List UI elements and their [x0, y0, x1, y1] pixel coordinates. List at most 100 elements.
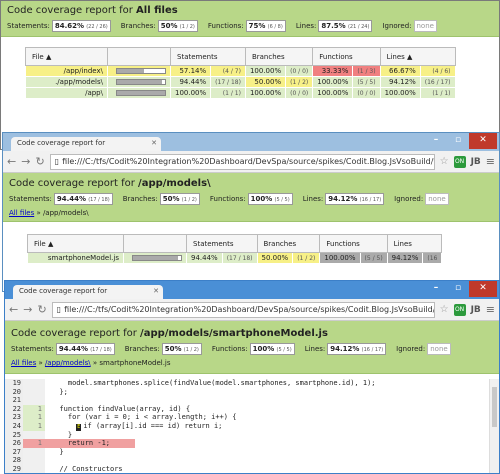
file-link[interactable]: /app/index\ [25, 65, 108, 77]
browser-window-models: Code coverage report for ✕ – ▫ ✕ ← → ↻ ▯ fil… [2, 132, 500, 292]
code-text: return -1; [45, 439, 135, 448]
hit-count [23, 464, 45, 473]
code-text: Eif (array[i].id === id) return i; [45, 422, 499, 431]
col-statements[interactable]: Statements [170, 47, 246, 66]
code-line: 25 } [5, 430, 499, 440]
file-link[interactable]: ./app/models\ [25, 76, 108, 88]
hit-count [23, 379, 45, 388]
code-line: 28 [5, 456, 499, 465]
line-number: 26 [5, 439, 23, 448]
code-line: 27 } [5, 447, 499, 457]
extension-icon[interactable]: ON [453, 303, 466, 316]
line-number: 22 [5, 404, 23, 414]
coverage-table: File ▲ Statements Branches Functions Lin… [25, 47, 456, 99]
col-bar [107, 47, 171, 66]
tab-close-icon[interactable]: ✕ [153, 287, 159, 295]
menu-icon[interactable]: ≡ [486, 155, 495, 168]
branches-frac: (0 / 0) [285, 65, 314, 77]
bookmark-star-icon[interactable]: ☆ [440, 304, 449, 315]
menu-icon[interactable]: ≡ [486, 303, 495, 316]
line-number: 19 [5, 379, 23, 388]
stat-functions: Functions: 75% (6 / 8) [208, 20, 286, 32]
minimize-button[interactable]: – [425, 281, 447, 297]
code-line: 22 1 function findValue(array, id) { [5, 404, 499, 414]
url-input[interactable]: ▯ file:///C:/tfs/Codit%20Integration%20Da… [49, 153, 435, 170]
url-input[interactable]: ▯ file:///C:/tfs/Codit%20Integration%20Da… [51, 301, 435, 318]
scrollbar-thumb[interactable] [492, 387, 497, 427]
code-text: }; [51, 387, 68, 396]
reload-icon[interactable]: ↻ [35, 155, 44, 168]
statements-frac: (1 / 1) [210, 87, 246, 99]
line-number: 29 [5, 464, 23, 473]
code-segment: if (array[i].id === id) return i; [83, 421, 223, 430]
lines-pct: 94.12% [379, 76, 421, 88]
code-text: } [51, 430, 73, 439]
url-text: file:///C:/tfs/Codit%20Integration%20Das… [62, 157, 435, 166]
code-line: 19 model.smartphones.splice(findValue(mo… [5, 379, 499, 388]
branches-frac: (0 / 0) [285, 87, 314, 99]
browser-tab[interactable]: Code coverage report for ✕ [13, 285, 163, 299]
breadcrumb-all-files-link[interactable]: All files [9, 209, 34, 217]
functions-frac: (0 / 0) [352, 87, 381, 99]
stat-lines: Lines: 94.12% (16 / 17) [303, 193, 385, 205]
scrollbar[interactable] [489, 379, 499, 473]
col-lines[interactable]: Lines [386, 234, 443, 253]
back-icon[interactable]: ← [9, 303, 18, 316]
col-lines[interactable]: Lines ▲ [379, 47, 456, 66]
file-link[interactable]: smartphoneModel.js [27, 252, 124, 264]
functions-pct: 100.00% [312, 76, 354, 88]
col-branches[interactable]: Branches [256, 234, 321, 253]
forward-icon[interactable]: → [23, 303, 32, 316]
tab-close-icon[interactable]: ✕ [151, 139, 157, 147]
reload-icon[interactable]: ↻ [37, 303, 46, 316]
page-icon: ▯ [56, 305, 62, 314]
functions-frac: (1 / 3) [352, 65, 381, 77]
jetbrains-icon[interactable]: JB [471, 305, 481, 315]
stat-branches: Branches: 50% (1 / 2) [125, 343, 202, 355]
col-statements[interactable]: Statements [186, 234, 258, 253]
stat-branches: Branches: 50% (1 / 2) [121, 20, 198, 32]
address-bar: ← → ↻ ▯ file:///C:/tfs/Codit%20Integratio… [3, 151, 499, 173]
breadcrumb-all-files-link[interactable]: All files [11, 359, 36, 367]
functions-pct: 100.00% [319, 252, 361, 264]
code-text: for (var i = 0; i < array.length; i++) { [51, 413, 237, 422]
file-link[interactable]: /app\ [25, 87, 108, 99]
code-line: 24 1 Eif (array[i].id === id) return i; [5, 421, 499, 431]
stat-ignored: Ignored: none [394, 193, 449, 205]
close-window-button[interactable]: ✕ [469, 281, 497, 297]
col-functions[interactable]: Functions [319, 234, 388, 253]
page-title: Code coverage report for /app/models/sma… [11, 328, 328, 339]
back-icon[interactable]: ← [7, 155, 16, 168]
col-branches[interactable]: Branches [244, 47, 314, 66]
maximize-button[interactable]: ▫ [447, 281, 469, 297]
close-window-button[interactable]: ✕ [469, 133, 497, 149]
tab-title: Code coverage report for [19, 287, 108, 295]
branches-pct: 100.00% [244, 65, 287, 77]
forward-icon[interactable]: → [21, 155, 30, 168]
browser-tab[interactable]: Code coverage report for ✕ [11, 137, 161, 151]
statements-frac: (17 / 18) [210, 76, 246, 88]
stat-statements: Statements: 94.44% (17 / 18) [9, 193, 113, 205]
bookmark-star-icon[interactable]: ☆ [440, 156, 449, 167]
lines-frac: (4 / 6) [419, 65, 456, 77]
page-title: Code coverage report for /app/models\ [9, 178, 211, 189]
col-file[interactable]: File ▲ [27, 234, 124, 253]
jetbrains-icon[interactable]: JB [471, 157, 481, 167]
branches-pct: 50.00% [256, 252, 294, 264]
table-row: ./app/models\ 94.44% (17 / 18) 50.00% (1 /… [25, 76, 456, 88]
lines-frac: (16 [422, 252, 443, 264]
browser-window-all-files: Code coverage report for All files State… [0, 0, 500, 150]
minimize-button[interactable]: – [425, 133, 447, 149]
address-bar: ← → ↻ ▯ file:///C:/tfs/Codit%20Integratio… [5, 299, 499, 321]
col-file[interactable]: File ▲ [25, 47, 108, 66]
title-bar: Code coverage report for ✕ – ▫ ✕ [5, 281, 499, 299]
report-header: Code coverage report for /app/models\ St… [3, 173, 499, 222]
line-number: 24 [5, 421, 23, 431]
source-code-view: 19 model.smartphones.splice(findValue(mo… [5, 379, 499, 473]
maximize-button[interactable]: ▫ [447, 133, 469, 149]
col-functions[interactable]: Functions [312, 47, 381, 66]
branches-frac: (1 / 2) [285, 76, 314, 88]
extension-icon[interactable]: ON [453, 155, 466, 168]
stat-ignored: Ignored: none [382, 20, 437, 32]
breadcrumb-models-link[interactable]: /app/models\ [45, 359, 91, 367]
